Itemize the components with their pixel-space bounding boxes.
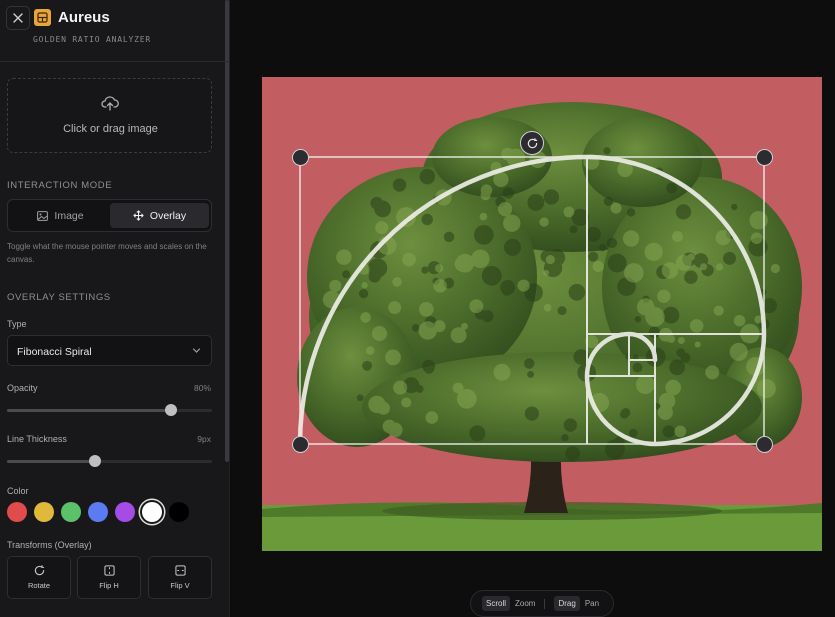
rotate-handle[interactable] [520, 131, 544, 155]
color-swatch-red[interactable] [7, 502, 27, 522]
drag-key: Drag [554, 596, 580, 611]
thickness-slider-thumb[interactable] [89, 455, 102, 467]
opacity-label: Opacity [7, 383, 38, 393]
overlay-settings-heading: OVERLAY SETTINGS [7, 292, 111, 303]
upload-label: Click or drag image [63, 123, 158, 135]
rotate-label: Rotate [27, 581, 51, 590]
rotate-icon [527, 137, 537, 148]
thickness-value: 9px [197, 434, 211, 444]
close-button[interactable] [6, 6, 30, 30]
flip-vertical-label: Flip V [170, 581, 190, 590]
handle-bottom-right[interactable] [756, 436, 773, 453]
type-label: Type [7, 319, 27, 329]
interaction-mode-heading: INTERACTION MODE [7, 180, 113, 191]
mode-overlay-button[interactable]: Overlay [110, 203, 209, 228]
flip-horizontal-button[interactable]: Flip H [77, 556, 141, 599]
handle-bottom-left[interactable] [292, 436, 309, 453]
opacity-slider-fill [7, 409, 171, 412]
sidebar-scrollbar[interactable] [225, 0, 229, 462]
overlay-type-value: Fibonacci Spiral [17, 346, 92, 358]
scroll-key: Scroll [482, 596, 511, 611]
color-label: Color [7, 486, 29, 496]
scroll-action: Zoom [515, 599, 536, 608]
thickness-slider[interactable] [7, 455, 212, 467]
flip-horizontal-label: Flip H [99, 581, 119, 590]
mode-image-label: Image [54, 209, 84, 222]
mode-image-button[interactable]: Image [11, 203, 110, 228]
interaction-hint: Toggle what the mouse pointer moves and … [7, 242, 207, 264]
overlay-type-select[interactable]: Fibonacci Spiral [7, 335, 212, 366]
move-icon [133, 210, 144, 221]
image-upload-dropzone[interactable]: Click or drag image [7, 78, 212, 153]
color-swatch-yellow[interactable] [34, 502, 54, 522]
drag-action: Pan [584, 599, 600, 608]
color-swatch-black[interactable] [169, 502, 189, 522]
handle-top-right[interactable] [756, 149, 773, 166]
logo-icon [37, 12, 48, 23]
thickness-slider-fill [7, 460, 96, 463]
thickness-label: Line Thickness [7, 434, 67, 444]
rotate-button[interactable]: Rotate [7, 556, 71, 599]
chevron-down-icon [192, 348, 201, 353]
color-swatch-green[interactable] [61, 502, 81, 522]
cloud-upload-icon [101, 96, 119, 111]
flip-vertical-button[interactable]: Flip V [148, 556, 212, 599]
opacity-slider[interactable] [7, 404, 212, 416]
mode-overlay-label: Overlay [149, 209, 187, 222]
app-title: Aureus [58, 9, 110, 26]
sidebar: Aureus GOLDEN RATIO ANALYZER Click or dr… [0, 0, 230, 617]
rotate-icon [34, 565, 44, 576]
interaction-mode-toggle: Image Overlay [7, 199, 212, 232]
color-swatch-purple[interactable] [115, 502, 135, 522]
image-icon [37, 210, 49, 221]
opacity-value: 80% [193, 383, 211, 393]
hint-separator [544, 598, 546, 609]
controls-hint: Scroll Zoom Drag Pan [470, 590, 614, 617]
flip-horizontal-icon [103, 565, 115, 576]
app-subtitle: GOLDEN RATIO ANALYZER [33, 35, 151, 44]
transforms-label: Transforms (Overlay) [7, 540, 92, 550]
close-icon [13, 13, 23, 23]
app-root: Aureus GOLDEN RATIO ANALYZER Click or dr… [0, 0, 835, 617]
flip-vertical-icon [174, 565, 186, 576]
opacity-slider-thumb[interactable] [165, 404, 177, 416]
color-swatch-blue[interactable] [88, 502, 108, 522]
app-logo [34, 9, 51, 26]
handle-top-left[interactable] [292, 149, 309, 166]
sidebar-header: Aureus GOLDEN RATIO ANALYZER [0, 0, 230, 62]
color-swatch-white[interactable] [142, 502, 162, 522]
